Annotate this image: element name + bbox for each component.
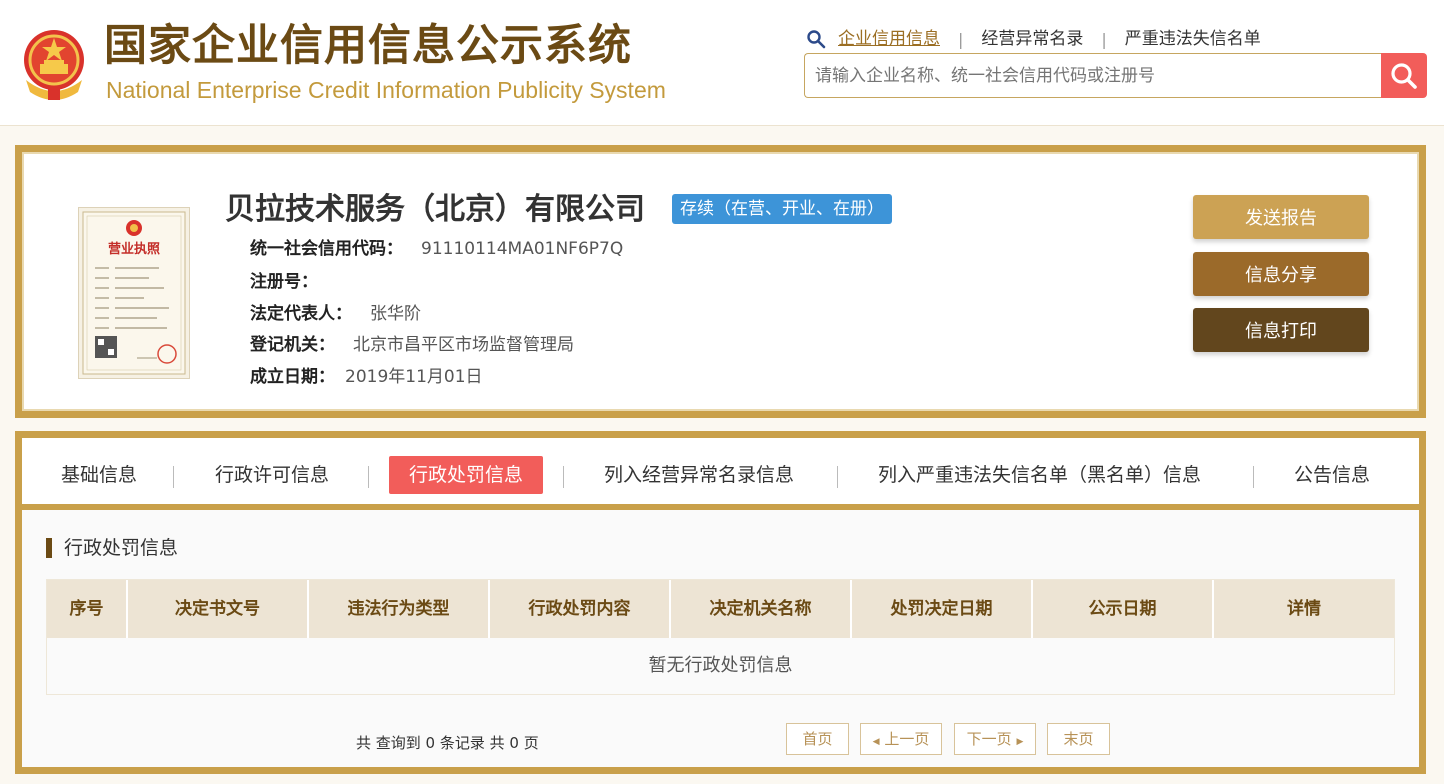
field-label: 登记机关： — [250, 335, 335, 355]
table-header: 序号 决定书文号 违法行为类型 行政处罚内容 决定机关名称 处罚决定日期 公示日… — [47, 580, 1394, 638]
tab-abnormal-list[interactable]: 列入经营异常名录信息 — [584, 456, 814, 494]
tab-basic-info[interactable]: 基础信息 — [41, 456, 157, 494]
search-input[interactable] — [804, 53, 1382, 98]
column-header: 决定书文号 — [128, 580, 309, 638]
site-header: 国家企业信用信息公示系统 National Enterprise Credit … — [0, 0, 1444, 126]
column-header: 行政处罚内容 — [490, 580, 671, 638]
field-label: 注册号： — [250, 272, 318, 292]
tab-announcements[interactable]: 公告信息 — [1274, 456, 1390, 494]
column-header: 违法行为类型 — [309, 580, 490, 638]
license-title: 营业执照 — [108, 241, 160, 257]
info-row-established-date: 成立日期： 2019年11月01日 — [250, 365, 483, 389]
section-title: 行政处罚信息 — [46, 538, 178, 558]
info-row-legal-representative: 法定代表人： 张华阶 — [250, 302, 421, 326]
prev-page-label: 上一页 — [884, 730, 930, 748]
empty-state: 暂无行政处罚信息 — [47, 638, 1394, 694]
prev-page-button[interactable]: ◀ 上一页 — [860, 723, 942, 755]
nav-separator: | — [958, 29, 964, 49]
business-license-icon[interactable]: 营业执照 — [78, 207, 190, 379]
site-title-en: National Enterprise Credit Information P… — [106, 77, 666, 103]
print-info-button[interactable]: 信息打印 — [1193, 308, 1369, 352]
info-row-credit-code: 统一社会信用代码： 91110114MA01NF6P7Q — [250, 237, 623, 261]
next-page-label: 下一页 — [966, 730, 1012, 748]
top-navigation: 企业信用信息 | 经营异常名录 | 严重违法失信名单 — [806, 26, 1261, 52]
search-icon — [1391, 62, 1417, 89]
column-header: 处罚决定日期 — [852, 580, 1033, 638]
field-label: 成立日期： — [250, 367, 335, 387]
info-row-registration-authority: 登记机关： 北京市昌平区市场监督管理局 — [250, 333, 574, 357]
last-page-button[interactable]: 末页 — [1047, 723, 1110, 755]
tab-admin-license[interactable]: 行政许可信息 — [195, 456, 349, 494]
search-icon — [807, 30, 826, 49]
nav-serious-violation-list[interactable]: 严重违法失信名单 — [1125, 27, 1261, 51]
search-button[interactable] — [1381, 53, 1427, 98]
nav-separator: | — [1101, 29, 1107, 49]
field-label: 统一社会信用代码： — [250, 239, 403, 259]
chevron-right-icon: ▶ — [1016, 737, 1024, 747]
column-header: 决定机关名称 — [671, 580, 852, 638]
tab-bar: 基础信息 行政许可信息 行政处罚信息 列入经营异常名录信息 列入严重违法失信名单… — [22, 438, 1419, 510]
info-row-registration-number: 注册号： — [250, 270, 336, 294]
nav-abnormal-list[interactable]: 经营异常名录 — [981, 27, 1083, 51]
column-header: 公示日期 — [1033, 580, 1214, 638]
first-page-button[interactable]: 首页 — [786, 723, 849, 755]
tab-admin-penalty[interactable]: 行政处罚信息 — [389, 456, 544, 494]
nav-enterprise-credit[interactable]: 企业信用信息 — [838, 27, 940, 51]
field-value: 张华阶 — [370, 304, 421, 324]
company-name: 贝拉技术服务（北京）有限公司 — [225, 192, 645, 227]
tab-content: 行政处罚信息 序号 决定书文号 违法行为类型 行政处罚内容 决定机关名称 处罚决… — [22, 510, 1419, 767]
field-label: 法定代表人： — [250, 304, 352, 324]
next-page-button[interactable]: 下一页 ▶ — [954, 723, 1036, 755]
column-header: 详情 — [1287, 599, 1321, 619]
tab-blacklist[interactable]: 列入严重违法失信名单（黑名单）信息 — [858, 456, 1221, 494]
share-info-button[interactable]: 信息分享 — [1193, 252, 1369, 296]
chevron-left-icon: ◀ — [872, 737, 880, 747]
field-value: 北京市昌平区市场监督管理局 — [353, 335, 574, 355]
column-header: 序号 — [47, 580, 128, 638]
detail-panel: 基础信息 行政许可信息 行政处罚信息 列入经营异常名录信息 列入严重违法失信名单… — [15, 431, 1426, 774]
field-value: 91110114MA01NF6P7Q — [421, 239, 624, 259]
pagination-summary: 共 查询到 0 条记录 共 0 页 — [356, 734, 539, 752]
send-report-button[interactable]: 发送报告 — [1193, 195, 1369, 239]
status-badge: 存续（在营、开业、在册） — [672, 194, 892, 224]
site-title-cn: 国家企业信用信息公示系统 — [104, 21, 632, 71]
company-card: 营业执照 贝拉技术服务（北京）有限公司 存续（在营、开业、在册） 统一社会信用代… — [15, 145, 1426, 418]
national-emblem-icon — [24, 30, 84, 100]
penalty-table: 序号 决定书文号 违法行为类型 行政处罚内容 决定机关名称 处罚决定日期 公示日… — [46, 579, 1395, 695]
field-value: 2019年11月01日 — [345, 367, 483, 387]
